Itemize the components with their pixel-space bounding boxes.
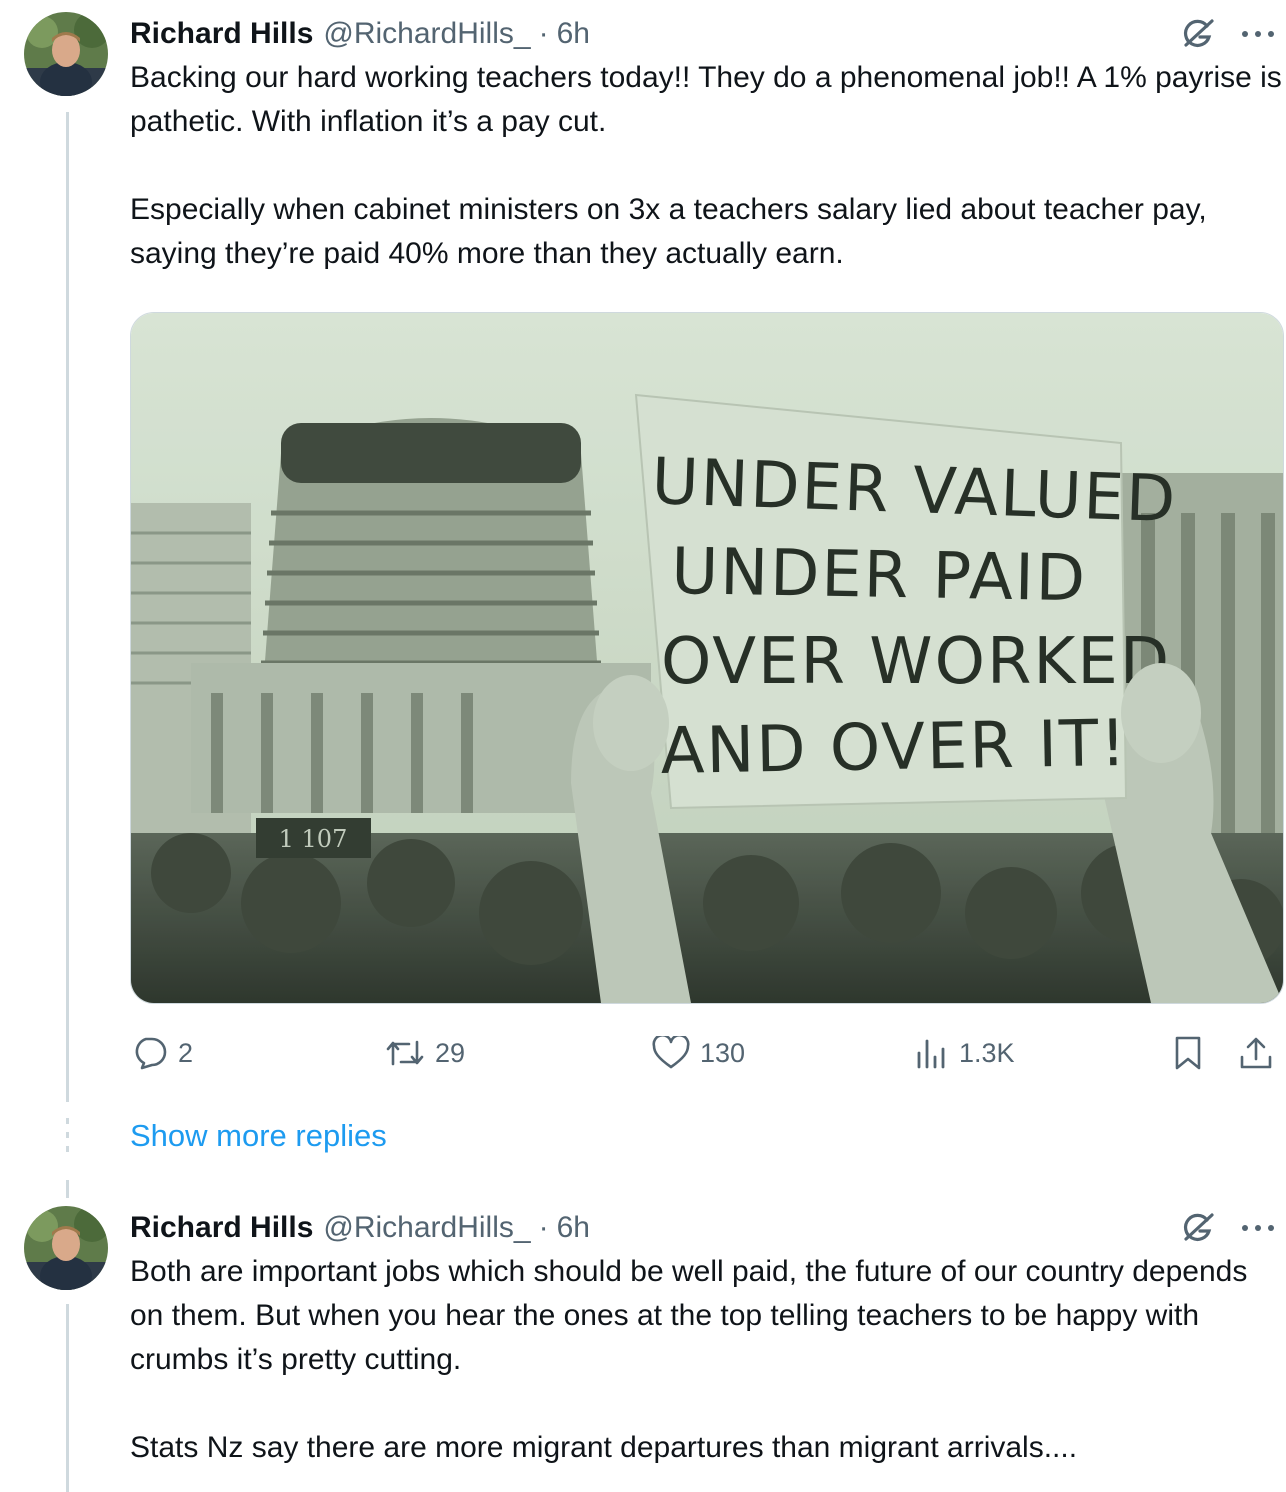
thread-dots <box>66 1118 69 1160</box>
like-icon <box>652 1036 690 1070</box>
author-name[interactable]: Richard Hills <box>130 1211 313 1245</box>
grok-icon[interactable] <box>1180 1209 1218 1247</box>
more-icon[interactable] <box>1240 1223 1276 1233</box>
thread-line <box>66 1180 69 1198</box>
bookmark-button[interactable] <box>1172 1030 1204 1076</box>
bookmark-icon <box>1172 1035 1204 1071</box>
like-button[interactable]: 130 <box>652 1030 745 1076</box>
more-icon[interactable] <box>1240 29 1276 39</box>
thread-line <box>66 1304 69 1492</box>
tweet[interactable]: Richard Hills @RichardHills_ · 6h Both a… <box>130 1208 1286 1470</box>
tweet[interactable]: Richard Hills @RichardHills_ · 6h Backin… <box>130 14 1286 276</box>
avatar[interactable] <box>24 1206 108 1290</box>
thread-line <box>66 112 69 1102</box>
grok-icon[interactable] <box>1180 15 1218 53</box>
repost-icon <box>385 1036 425 1070</box>
author-handle[interactable]: @RichardHills_ <box>323 17 530 51</box>
tweet-text: Both are important jobs which should be … <box>130 1255 1248 1464</box>
separator: · <box>538 1211 549 1244</box>
share-button[interactable] <box>1238 1030 1274 1076</box>
tweet-header: Richard Hills @RichardHills_ · 6h <box>130 14 1286 54</box>
views-count: 1.3K <box>959 1037 1015 1068</box>
avatar[interactable] <box>24 12 108 96</box>
repost-button[interactable]: 29 <box>385 1030 465 1076</box>
timestamp[interactable]: 6h <box>557 17 590 51</box>
views-button[interactable]: 1.3K <box>915 1030 1015 1076</box>
author-name[interactable]: Richard Hills <box>130 17 313 51</box>
tweet-header: Richard Hills @RichardHills_ · 6h <box>130 1208 1286 1248</box>
tweet-text: Backing our hard working teachers today!… <box>130 61 1282 270</box>
author-handle[interactable]: @RichardHills_ <box>323 1211 530 1245</box>
share-icon <box>1238 1035 1274 1071</box>
tweet-actions: 2 29 130 1.3K <box>130 1030 1280 1076</box>
like-count: 130 <box>700 1037 746 1068</box>
views-icon <box>915 1037 949 1069</box>
show-more-replies-link[interactable]: Show more replies <box>130 1118 387 1154</box>
reply-icon <box>130 1035 168 1071</box>
reply-button[interactable]: 2 <box>130 1030 193 1076</box>
tweet-media[interactable]: 1 107 UNDER VALUED UNDER PAID OVER WORKE… <box>130 312 1284 1004</box>
repost-count: 29 <box>435 1037 466 1068</box>
separator: · <box>538 17 549 50</box>
timestamp[interactable]: 6h <box>557 1211 590 1245</box>
reply-count: 2 <box>178 1037 194 1068</box>
